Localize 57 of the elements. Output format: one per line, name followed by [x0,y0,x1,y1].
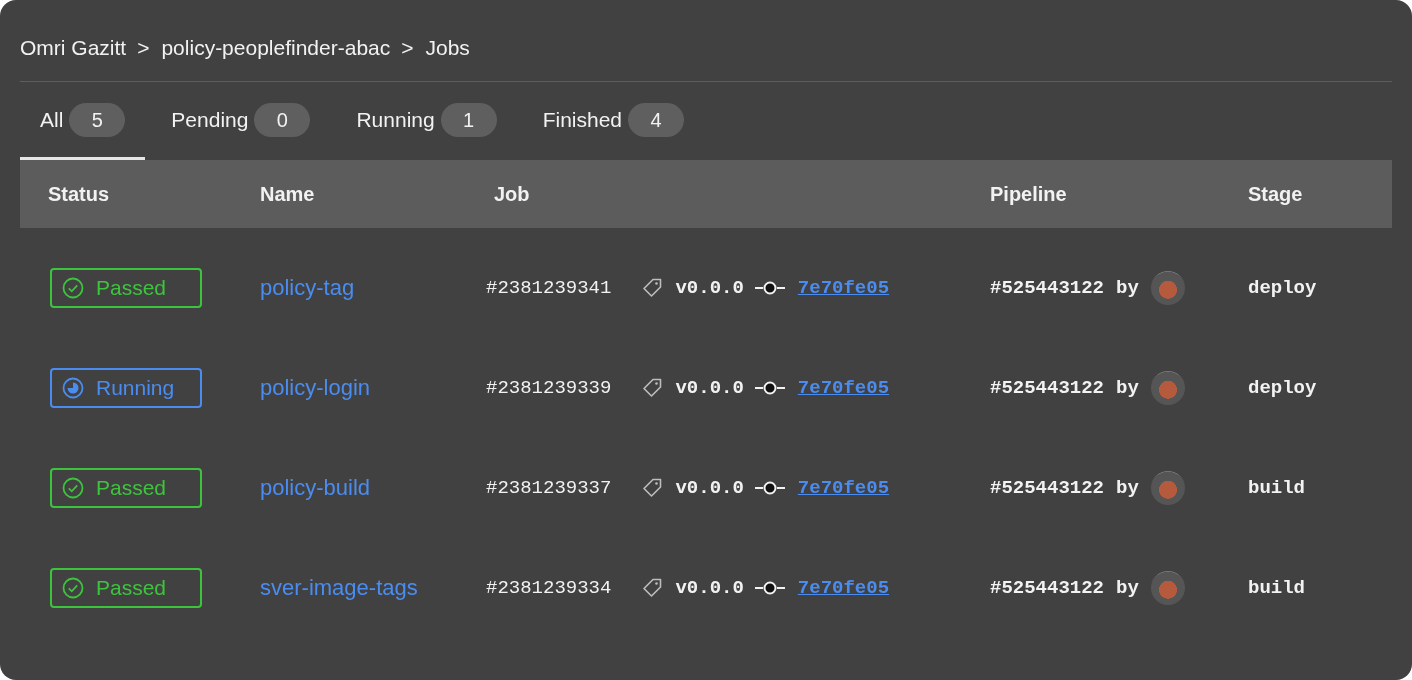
pipeline-link[interactable]: #525443122 [990,577,1105,599]
avatar [1150,271,1185,305]
status-badge: Passed [50,468,202,508]
avatar [1150,471,1185,505]
column-header: Pipeline [990,182,1068,206]
breadcrumb-link[interactable]: Jobs [425,35,470,60]
status-badge: Passed [50,268,202,308]
tag-name: v0.0.0 [675,577,744,599]
count-badge: 0 [254,102,311,137]
avatar [1150,571,1185,605]
job-id: #2381239334 [486,577,612,599]
by-label: by [1116,577,1139,599]
tag-icon [641,377,664,399]
count-badge: 4 [628,102,685,137]
job-id: #2381239337 [486,477,612,499]
column-header: Job [493,182,531,206]
tag-icon [641,277,664,299]
commit-icon [753,280,786,296]
job-id: #2381239341 [486,277,612,299]
breadcrumb-link[interactable]: Omri Gazitt [20,35,127,60]
filter-tab[interactable]: Pending 0 [151,82,331,160]
pipeline-link[interactable]: #525443122 [990,377,1105,399]
check-circle-icon [62,477,84,499]
pipeline-link[interactable]: #525443122 [990,477,1105,499]
status-badge: Passed [50,568,202,608]
by-label: by [1116,377,1139,399]
column-header: Status [47,182,111,206]
stage-name: deploy [1248,377,1317,399]
running-status-icon [62,377,84,399]
by-label: by [1116,277,1139,299]
stage-name: build [1248,477,1305,499]
commit-icon [753,580,786,596]
tag-icon [641,577,664,599]
check-circle-icon [62,577,84,599]
tag-name: v0.0.0 [675,277,744,299]
avatar [1150,371,1185,405]
commit-icon [753,480,786,496]
tag-icon [641,477,664,499]
status-badge: Running [50,368,202,408]
check-circle-icon [62,277,84,299]
by-label: by [1116,477,1139,499]
filter-tab[interactable]: Finished 4 [522,82,705,160]
breadcrumb-link[interactable]: policy-peoplefinder-abac [161,35,391,60]
stage-name: build [1248,577,1305,599]
commit-icon [753,380,786,396]
breadcrumb-separator: > [137,35,150,60]
filter-tab[interactable]: Running 1 [336,82,517,160]
stage-name: deploy [1248,277,1317,299]
pipeline-link[interactable]: #525443122 [990,277,1105,299]
tag-name: v0.0.0 [675,377,744,399]
column-header: Stage [1248,182,1304,206]
breadcrumb-separator: > [401,35,414,60]
count-badge: 1 [440,102,497,137]
count-badge: 5 [69,102,126,137]
column-header: Name [260,182,316,206]
tag-name: v0.0.0 [675,477,744,499]
job-id: #2381239339 [486,377,612,399]
